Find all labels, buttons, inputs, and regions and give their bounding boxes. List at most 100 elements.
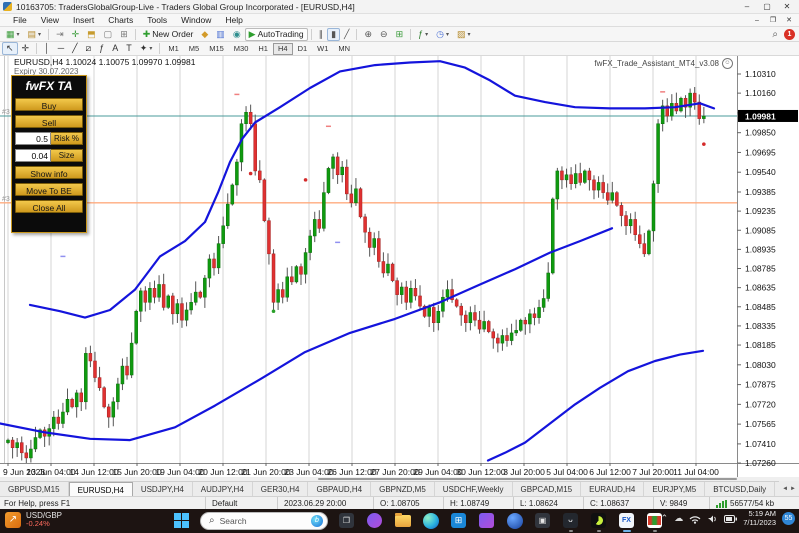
notifications-icon[interactable]: 1	[784, 29, 795, 40]
timeframe-m5-button[interactable]: M5	[184, 43, 204, 55]
chart-tab-eurusd-h4[interactable]: EURUSD,H4	[69, 482, 133, 497]
buy-button[interactable]: Buy	[15, 98, 83, 111]
chart-tab-audjpy-h4[interactable]: AUDJPY,H4	[193, 482, 253, 497]
minimize-button[interactable]: –	[737, 0, 757, 14]
dark-app-taskbar-button[interactable]: ▣	[533, 511, 552, 530]
text-button[interactable]: A	[108, 42, 122, 55]
autotrading-button[interactable]: ▶AutoTrading	[245, 28, 308, 41]
data-window-button[interactable]: ▥	[212, 28, 229, 41]
profiles-button[interactable]: ▤▾	[24, 28, 46, 41]
menu-file[interactable]: File	[6, 15, 34, 25]
indicators-button[interactable]: ƒ▾	[414, 28, 432, 41]
zoom-box-button[interactable]: ⊞	[116, 28, 132, 41]
fibonacci-button[interactable]: ƒ	[95, 42, 108, 55]
title-bar[interactable]: 10163705: TradersGlobalGroup-Live - Trad…	[0, 0, 799, 14]
tray-chevron-icon[interactable]: ⌃	[661, 513, 669, 524]
scrollbar-thumb[interactable]	[318, 478, 737, 480]
chart-tab-gbpcad-m15[interactable]: GBPCAD,M15	[513, 482, 582, 497]
timeframe-m1-button[interactable]: M1	[163, 43, 183, 55]
tab-scroll-right-icon[interactable]: ►	[790, 486, 796, 492]
menu-insert[interactable]: Insert	[66, 15, 101, 25]
menu-view[interactable]: View	[34, 15, 66, 25]
arrows-button[interactable]: ✦▾	[136, 42, 157, 55]
periods-button[interactable]: ◷▾	[432, 28, 453, 41]
label-button[interactable]: T	[122, 42, 136, 55]
timeframe-h1-button[interactable]: H1	[253, 43, 273, 55]
candlestick-chart-button[interactable]: ▮	[327, 28, 340, 41]
menu-help[interactable]: Help	[218, 15, 249, 25]
size-input[interactable]	[15, 149, 51, 162]
designer-app-taskbar-button[interactable]	[477, 511, 496, 530]
tile-windows-button[interactable]: ⊞	[392, 28, 408, 41]
sell-button[interactable]: Sell	[15, 115, 83, 128]
vertical-line-button[interactable]: │	[40, 42, 54, 55]
chart-tab-btcusd-daily[interactable]: BTCUSD,Daily	[705, 482, 775, 497]
chart-window-button[interactable]: ▢	[100, 28, 117, 41]
widgets-button[interactable]: ↗ USD/GBP -0.24%	[5, 511, 62, 528]
show-info-button[interactable]: Show info	[15, 166, 83, 179]
cursor-button[interactable]: ↖	[2, 42, 18, 55]
zoom-out-button[interactable]: ⊖	[376, 28, 392, 41]
tab-scroll-left-icon[interactable]: ◄	[782, 486, 788, 492]
taskbar-clock[interactable]: 5:19 AM 7/11/2023	[743, 510, 776, 527]
child-restore-button[interactable]: ❐	[765, 14, 781, 27]
volume-icon[interactable]	[707, 514, 718, 524]
chart-tab-gbpnzd-m5[interactable]: GBPNZD,M5	[371, 482, 435, 497]
maximize-button[interactable]: ▢	[757, 0, 777, 14]
new-order-button[interactable]: ✚New Order	[139, 28, 198, 41]
timeframe-d1-button[interactable]: D1	[293, 43, 313, 55]
chart-tab-ger30-h4[interactable]: GER30,H4	[253, 482, 309, 497]
close-button[interactable]: ✕	[777, 0, 797, 14]
discord-taskbar-button[interactable]: ᴗ	[561, 511, 580, 530]
timeframe-w1-button[interactable]: W1	[312, 43, 333, 55]
chart-tab-eurjpy-m5[interactable]: EURJPY,M5	[644, 482, 705, 497]
timeframe-mn-button[interactable]: MN	[333, 43, 355, 55]
battery-icon[interactable]	[724, 515, 737, 523]
strategy-tester-button[interactable]: ◉	[229, 28, 245, 41]
risk-input[interactable]	[15, 132, 51, 145]
bar-chart-button[interactable]: ∥	[315, 28, 328, 41]
timeframe-h4-button[interactable]: H4	[273, 43, 293, 55]
trendline-button[interactable]: ╱	[68, 42, 81, 55]
line-chart-button[interactable]: ╱	[340, 28, 353, 41]
microsoft-store-taskbar-button[interactable]: ⊞	[449, 511, 468, 530]
onedrive-icon[interactable]: ☁	[674, 513, 683, 524]
task-view-taskbar-button[interactable]: ❐	[337, 511, 356, 530]
expert-advisors-button[interactable]: ◆	[197, 28, 212, 41]
smiley-icon[interactable]: ☺	[722, 58, 733, 69]
move-to-be-button[interactable]: Move To BE	[15, 183, 83, 196]
chart-tab-gbpaud-h4[interactable]: GBPAUD,H4	[308, 482, 371, 497]
timeframe-m30-button[interactable]: M30	[229, 43, 254, 55]
timeframe-m15-button[interactable]: M15	[204, 43, 229, 55]
opera-gx-taskbar-button[interactable]	[589, 511, 608, 530]
taskbar-search[interactable]: ⌕ Search b	[200, 512, 328, 530]
chart-tab-euraud-h4[interactable]: EURAUD,H4	[581, 482, 644, 497]
zoom-in-button[interactable]: ⊕	[360, 28, 376, 41]
chart-tab-usdjpy-h4[interactable]: USDJPY,H4	[133, 482, 193, 497]
wifi-icon[interactable]	[689, 514, 701, 524]
menu-tools[interactable]: Tools	[140, 15, 174, 25]
bing-icon[interactable]: b	[311, 515, 323, 527]
file-explorer-taskbar-button[interactable]	[393, 511, 412, 530]
chart-tab-gbpusd-m15[interactable]: GBPUSD,M15	[0, 482, 69, 497]
channel-button[interactable]: ⧄	[82, 42, 96, 55]
chart-shift-button[interactable]: ⇥	[52, 28, 68, 41]
new-chart-button[interactable]: ▦▾	[2, 28, 24, 41]
templates-folder-button[interactable]: ⬒	[83, 28, 100, 41]
child-close-button[interactable]: ✕	[781, 14, 797, 27]
template-button[interactable]: ▨▾	[453, 28, 475, 41]
crosshair-button[interactable]: ✛	[18, 42, 34, 55]
auto-scroll-button[interactable]: ✛	[68, 28, 84, 41]
horizontal-line-button[interactable]: ─	[54, 42, 68, 55]
chart-tab-usdchf-weekly[interactable]: USDCHF,Weekly	[435, 482, 513, 497]
price-chart[interactable]: #3#31.103101.101601.100051.098501.096951…	[0, 56, 799, 477]
copilot-taskbar-button[interactable]	[365, 511, 384, 530]
notification-center-badge[interactable]: 55	[782, 512, 795, 525]
blue-circle-app-taskbar-button[interactable]	[505, 511, 524, 530]
search-icon[interactable]: ⌕	[772, 29, 778, 40]
start-button[interactable]	[172, 511, 191, 530]
edge-browser-taskbar-button[interactable]	[421, 511, 440, 530]
fx-trading-app-taskbar-button[interactable]: FX	[617, 511, 636, 530]
child-minimize-button[interactable]: –	[749, 14, 765, 27]
menu-window[interactable]: Window	[174, 15, 218, 25]
